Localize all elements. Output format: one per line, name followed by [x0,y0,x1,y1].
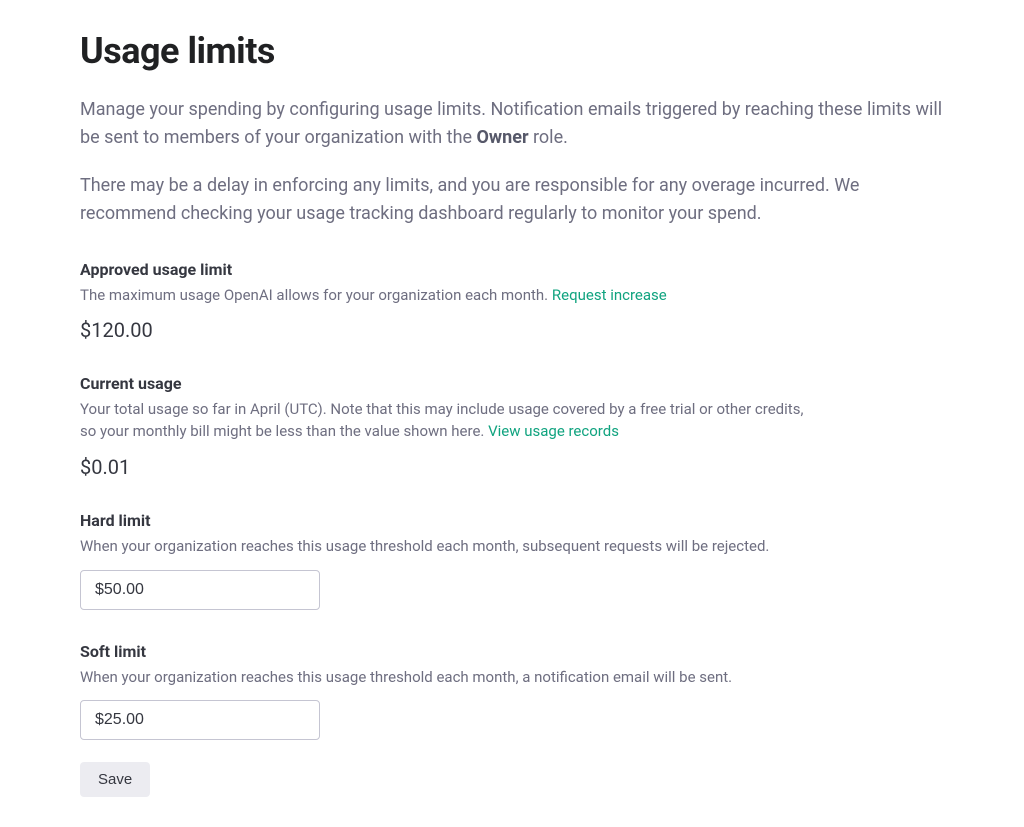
view-usage-records-link[interactable]: View usage records [488,422,619,440]
current-usage-value: $0.01 [80,455,944,479]
soft-limit-section: Soft limit When your organization reache… [80,642,944,741]
soft-limit-title: Soft limit [80,642,944,661]
current-usage-section: Current usage Your total usage so far in… [80,374,944,479]
request-increase-link[interactable]: Request increase [552,286,667,304]
intro-text-after: role. [529,127,568,148]
current-usage-desc-line1: Your total usage so far in April (UTC). … [80,400,803,418]
hard-limit-section: Hard limit When your organization reache… [80,511,944,610]
hard-limit-desc: When your organization reaches this usag… [80,536,840,558]
approved-usage-title: Approved usage limit [80,260,944,279]
page-title: Usage limits [80,30,944,72]
approved-usage-value: $120.00 [80,318,944,342]
owner-role-bold: Owner [477,127,529,148]
current-usage-desc-line2: so your monthly bill might be less than … [80,422,488,440]
current-usage-title: Current usage [80,374,944,393]
save-button[interactable]: Save [80,762,150,797]
current-usage-desc: Your total usage so far in April (UTC). … [80,399,840,443]
approved-usage-desc: The maximum usage OpenAI allows for your… [80,285,840,307]
hard-limit-input[interactable] [80,570,320,610]
hard-limit-title: Hard limit [80,511,944,530]
soft-limit-desc: When your organization reaches this usag… [80,667,840,689]
approved-usage-desc-text: The maximum usage OpenAI allows for your… [80,286,552,304]
intro-paragraph-1: Manage your spending by configuring usag… [80,96,944,152]
soft-limit-input[interactable] [80,700,320,740]
intro-paragraph-2: There may be a delay in enforcing any li… [80,172,944,228]
approved-usage-section: Approved usage limit The maximum usage O… [80,260,944,343]
